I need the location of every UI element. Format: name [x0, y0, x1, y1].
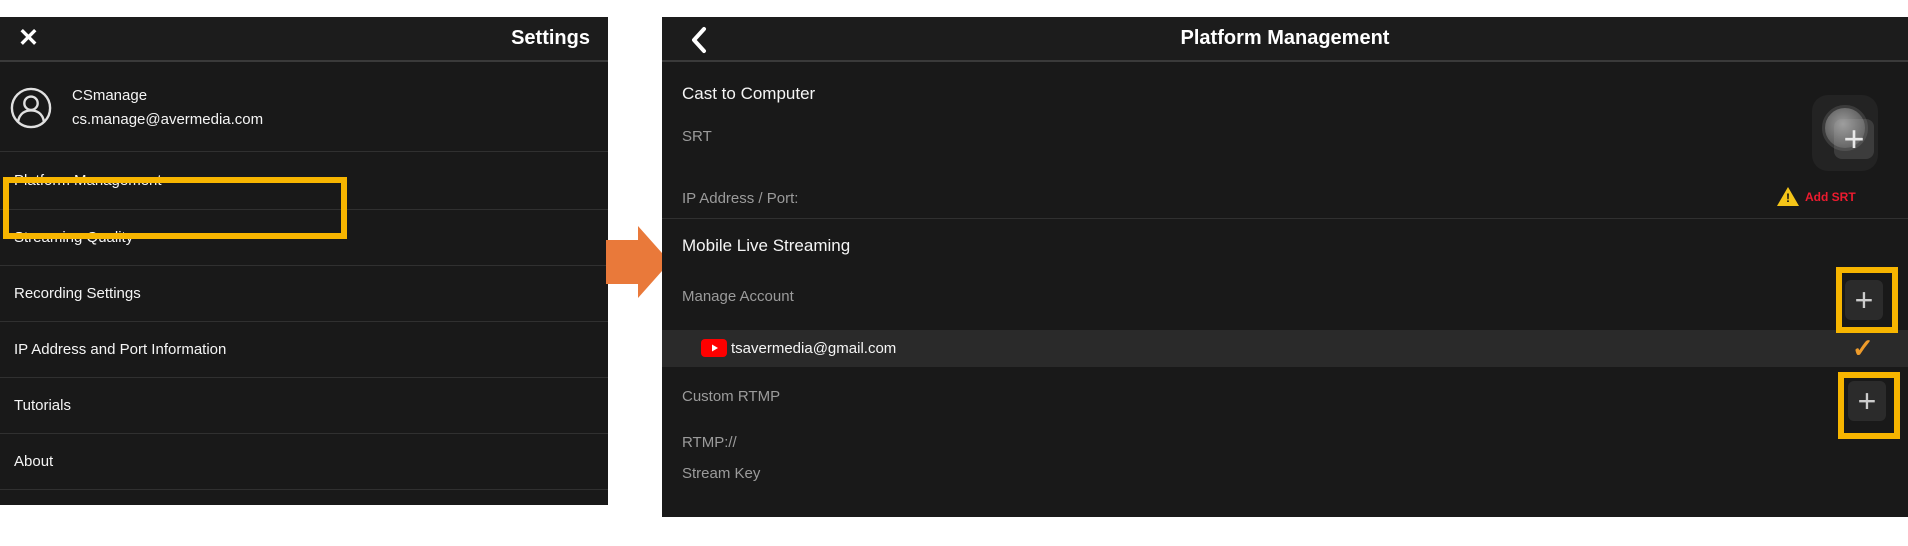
ip-address-port-label[interactable]: IP Address / Port:: [682, 190, 798, 207]
warning-triangle-icon: !: [1777, 187, 1799, 206]
close-icon[interactable]: ✕: [18, 26, 39, 51]
settings-screen: ✕ Settings CSmanage cs.manage@avermedia.…: [0, 17, 608, 505]
custom-rtmp-label: Custom RTMP: [682, 388, 780, 405]
warning-exclamation: !: [1785, 191, 1791, 205]
add-account-button[interactable]: +: [1845, 280, 1883, 320]
cast-plus-icon: +: [1834, 119, 1874, 159]
profile-email: cs.manage@avermedia.com: [72, 111, 263, 128]
account-email: tsavermedia@gmail.com: [731, 340, 896, 357]
tutorial-image: ✕ Settings CSmanage cs.manage@avermedia.…: [0, 0, 1908, 546]
section-divider: [662, 218, 1908, 219]
manage-account-label: Manage Account: [682, 288, 794, 305]
menu-item-recording-settings[interactable]: Recording Settings: [0, 266, 608, 322]
add-cast-device-button[interactable]: +: [1812, 95, 1878, 171]
add-custom-rtmp-button[interactable]: +: [1848, 381, 1886, 421]
menu-item-tutorials[interactable]: Tutorials: [0, 378, 608, 434]
profile-text: CSmanage cs.manage@avermedia.com: [72, 87, 263, 128]
platform-appbar: Platform Management: [662, 17, 1908, 62]
cast-to-computer-title: Cast to Computer: [682, 84, 815, 104]
mobile-live-streaming-title: Mobile Live Streaming: [682, 236, 850, 256]
platform-management-screen: Platform Management Cast to Computer SRT…: [662, 17, 1908, 517]
settings-appbar: ✕ Settings: [0, 17, 608, 62]
settings-title: Settings: [511, 27, 590, 50]
srt-label[interactable]: SRT: [682, 128, 712, 145]
menu-item-platform-management[interactable]: Platform Management: [0, 152, 608, 210]
menu-item-streaming-quality[interactable]: Streaming Quality: [0, 210, 608, 266]
menu-item-ip-address-port[interactable]: IP Address and Port Information: [0, 322, 608, 378]
avatar-icon: [10, 87, 52, 129]
menu-item-about[interactable]: About: [0, 434, 608, 490]
youtube-account-row[interactable]: tsavermedia@gmail.com: [662, 330, 1908, 367]
stream-key-label[interactable]: Stream Key: [682, 465, 760, 482]
platform-title: Platform Management: [1181, 27, 1390, 50]
rtmp-url-label[interactable]: RTMP://: [682, 434, 737, 451]
settings-menu: Platform Management Streaming Quality Re…: [0, 152, 608, 490]
back-button[interactable]: [688, 25, 710, 55]
selected-check-icon: ✓: [1852, 333, 1874, 364]
profile-name: CSmanage: [72, 87, 263, 104]
add-srt-label: Add SRT: [1805, 190, 1856, 204]
youtube-icon: [701, 339, 727, 357]
add-srt-warning[interactable]: ! Add SRT: [1777, 187, 1856, 206]
account-profile-row[interactable]: CSmanage cs.manage@avermedia.com: [0, 64, 608, 152]
back-chevron-icon: [691, 26, 707, 54]
